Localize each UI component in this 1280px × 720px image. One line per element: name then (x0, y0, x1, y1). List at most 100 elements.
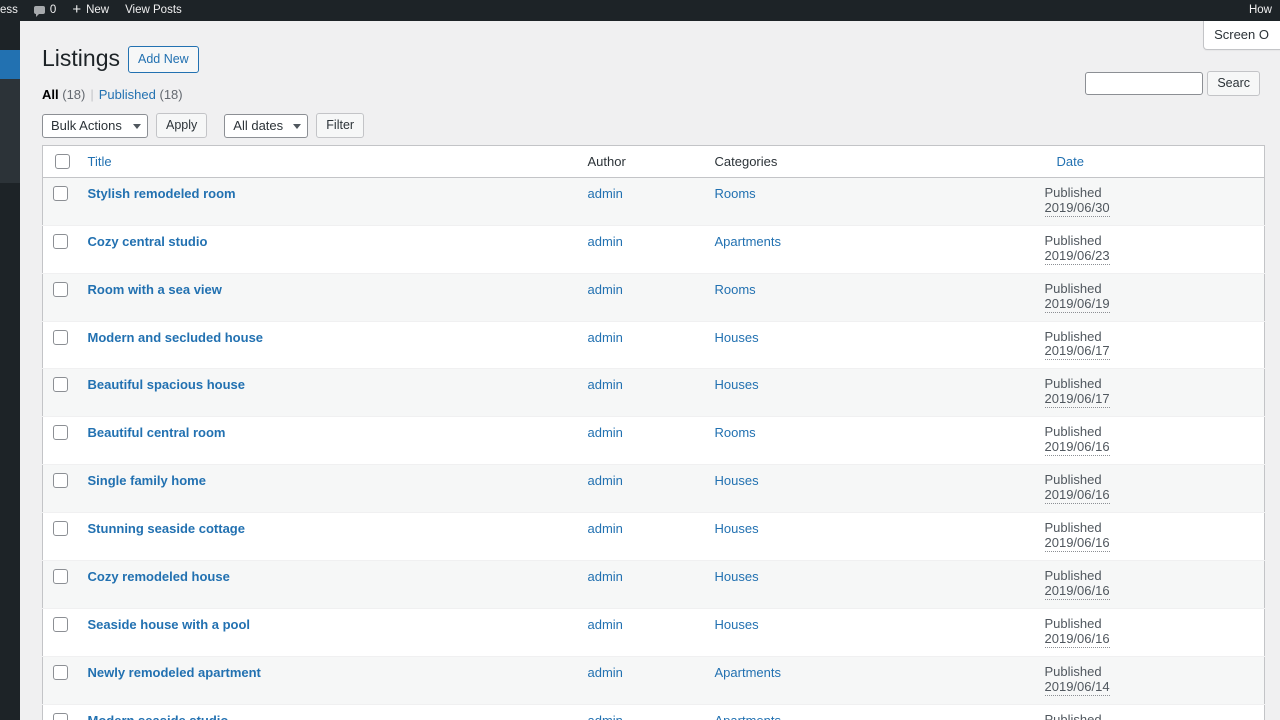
row-select-checkbox[interactable] (53, 521, 68, 537)
admin-bar-site-name[interactable]: ess (0, 0, 26, 21)
select-all-checkbox[interactable] (55, 153, 70, 169)
table-row[interactable]: Newly remodeled apartment admin Apartments… (42, 656, 1265, 705)
row-checkbox-cell[interactable] (43, 560, 78, 608)
row-checkbox-cell[interactable] (43, 225, 78, 273)
sidebar-item-0[interactable] (0, 21, 20, 50)
table-row[interactable]: Beautiful spacious house admin Houses Publi… (42, 368, 1265, 417)
table-row[interactable]: Beautiful central room admin Rooms Publishe… (42, 416, 1265, 465)
sidebar-subitem-1[interactable] (0, 105, 20, 131)
row-category-link[interactable]: Houses (715, 377, 759, 392)
admin-bar-comments[interactable]: 0 (26, 0, 64, 21)
row-checkbox-cell[interactable] (43, 465, 78, 513)
search-input[interactable] (1085, 72, 1204, 95)
row-checkbox-cell[interactable] (43, 704, 78, 720)
row-checkbox-cell[interactable] (43, 369, 78, 417)
row-title-link[interactable]: Cozy remodeled house (88, 569, 230, 584)
row-category-link[interactable]: Houses (715, 569, 759, 584)
filter-all-link[interactable]: All (42, 87, 59, 102)
row-author-link[interactable]: admin (588, 282, 623, 297)
row-checkbox-cell[interactable] (43, 321, 78, 369)
row-author-link[interactable]: admin (588, 521, 623, 536)
row-author-link[interactable]: admin (588, 473, 623, 488)
row-title-link[interactable]: Stunning seaside cottage (88, 521, 245, 536)
admin-bar-new-content[interactable]: + New (64, 0, 117, 21)
row-select-checkbox[interactable] (53, 281, 68, 297)
filter-published[interactable]: Published (18) (99, 87, 183, 102)
row-select-checkbox[interactable] (53, 664, 68, 680)
row-select-checkbox[interactable] (53, 425, 68, 441)
row-title-link[interactable]: Modern seaside studio (88, 713, 229, 720)
table-row[interactable]: Modern seaside studio admin Apartments Publ… (42, 704, 1265, 720)
sidebar-subitem-2[interactable] (0, 131, 20, 157)
row-select-checkbox[interactable] (53, 473, 68, 489)
sidebar-subitem-0[interactable] (0, 79, 20, 105)
row-checkbox-cell[interactable] (43, 513, 78, 561)
row-title-link[interactable]: Seaside house with a pool (88, 617, 251, 632)
row-author-link[interactable]: admin (588, 617, 623, 632)
row-category-link[interactable]: Houses (715, 617, 759, 632)
table-row[interactable]: Seaside house with a pool admin Houses Publ… (42, 608, 1265, 657)
filter-published-link[interactable]: Published (99, 87, 156, 102)
row-select-checkbox[interactable] (53, 233, 68, 249)
row-checkbox-cell[interactable] (43, 273, 78, 321)
row-author-link[interactable]: admin (588, 425, 623, 440)
column-header-title[interactable]: Title (77, 145, 578, 178)
sidebar-item-appearance[interactable]: e (0, 183, 20, 212)
table-row[interactable]: Stunning seaside cottage admin Houses Publi… (42, 512, 1265, 561)
bulk-actions-select[interactable]: Bulk Actions (42, 113, 148, 138)
row-select-checkbox[interactable] (53, 329, 68, 345)
admin-bar-view-posts[interactable]: View Posts (117, 0, 190, 21)
row-author-link[interactable]: admin (588, 330, 623, 345)
table-row[interactable]: Stylish remodeled room admin Rooms Publishe… (42, 177, 1265, 226)
sidebar-item-1[interactable] (0, 212, 20, 241)
row-category-link[interactable]: Houses (715, 473, 759, 488)
table-row[interactable]: Cozy central studio admin Apartments Publis… (42, 225, 1265, 274)
admin-bar-my-account[interactable]: How (1241, 0, 1280, 21)
row-checkbox-cell[interactable] (43, 417, 78, 465)
collapse-menu-button[interactable]: nu (0, 450, 20, 480)
add-new-button[interactable]: Add New (127, 46, 199, 74)
filter-button[interactable]: Filter (316, 113, 365, 139)
apply-button[interactable]: Apply (156, 113, 208, 139)
row-title-link[interactable]: Modern and secluded house (88, 330, 264, 345)
date-select-wrap[interactable]: All dates (224, 113, 309, 138)
row-title-link[interactable]: Newly remodeled apartment (88, 665, 261, 680)
row-title-link[interactable]: Beautiful spacious house (88, 377, 245, 392)
column-header-date[interactable]: Date (1034, 145, 1265, 178)
row-select-checkbox[interactable] (53, 185, 68, 201)
row-checkbox-cell[interactable] (43, 656, 78, 704)
row-title-link[interactable]: Stylish remodeled room (88, 186, 236, 201)
row-checkbox-cell[interactable] (43, 177, 78, 225)
row-title-link[interactable]: Single family home (88, 473, 206, 488)
row-author-link[interactable]: admin (588, 713, 623, 720)
sidebar-item-listings[interactable] (0, 50, 20, 79)
row-author-link[interactable]: admin (588, 234, 623, 249)
row-category-link[interactable]: Apartments (715, 665, 781, 680)
column-header-checkbox[interactable] (42, 145, 78, 178)
row-category-link[interactable]: Rooms (715, 186, 756, 201)
row-title-link[interactable]: Beautiful central room (88, 425, 226, 440)
row-select-checkbox[interactable] (53, 568, 68, 584)
row-author-link[interactable]: admin (588, 569, 623, 584)
table-row[interactable]: Modern and secluded house admin Houses Publ… (42, 321, 1265, 369)
row-category-link[interactable]: Houses (715, 521, 759, 536)
row-select-checkbox[interactable] (53, 712, 68, 720)
row-checkbox-cell[interactable] (43, 608, 78, 656)
column-header-title-link[interactable]: Title (88, 154, 112, 169)
filter-all[interactable]: All (18) (42, 87, 85, 102)
row-author-link[interactable]: admin (588, 665, 623, 680)
screen-options-tab[interactable]: Screen O (1203, 21, 1280, 51)
table-row[interactable]: Room with a sea view admin Rooms Published 2… (42, 273, 1265, 322)
row-category-link[interactable]: Rooms (715, 282, 756, 297)
sidebar-subitem-3[interactable] (0, 157, 20, 183)
row-category-link[interactable]: Apartments (715, 234, 781, 249)
sidebar-item-3[interactable] (0, 270, 20, 299)
row-title-link[interactable]: Room with a sea view (88, 282, 222, 297)
row-select-checkbox[interactable] (53, 377, 68, 393)
row-title-link[interactable]: Cozy central studio (88, 234, 208, 249)
table-row[interactable]: Single family home admin Houses Published 20… (42, 464, 1265, 513)
column-header-date-link[interactable]: Date (1057, 154, 1084, 169)
row-author-link[interactable]: admin (588, 377, 623, 392)
row-select-checkbox[interactable] (53, 616, 68, 632)
sidebar-item-2[interactable] (0, 241, 20, 270)
